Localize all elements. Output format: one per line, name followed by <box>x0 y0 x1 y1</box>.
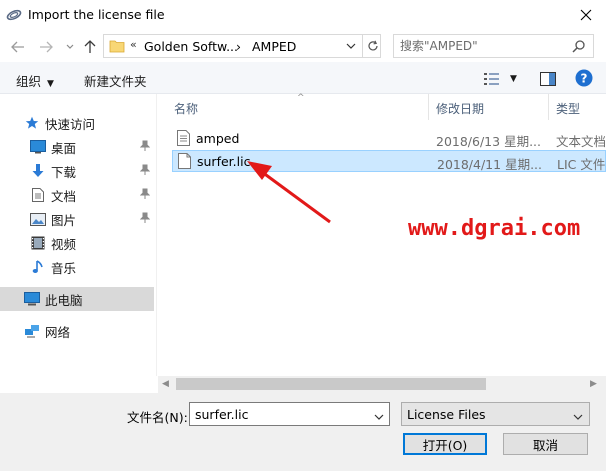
scroll-right-icon[interactable]: ▶ <box>590 379 597 389</box>
picture-icon <box>30 211 46 227</box>
desktop-icon <box>30 139 46 155</box>
sidebar-item-documents[interactable]: 文档 <box>0 183 154 207</box>
window-title: Import the license file <box>28 7 165 22</box>
filename-chevron-down-icon[interactable] <box>374 409 384 423</box>
file-row-surfer-lic[interactable]: surfer.lic 2018/4/11 星期... LIC 文件 <box>172 150 606 172</box>
breadcrumb-amped[interactable]: AMPED <box>252 39 296 54</box>
navigation-pane: 快速访问 桌面 下载 文档 图片 视频 音乐 此电脑 网络 <box>0 94 158 376</box>
organize-caret-icon: ▼ <box>47 79 54 89</box>
horizontal-scrollbar[interactable]: ◀ ▶ <box>158 376 606 393</box>
folder-icon <box>109 39 125 56</box>
sidebar-item-network[interactable]: 网络 <box>0 319 154 343</box>
breadcrumb-separator: › <box>236 39 241 54</box>
column-header-type[interactable]: 类型 <box>556 100 580 117</box>
computer-icon <box>24 291 40 307</box>
command-bar: 组织 ▼ 新建文件夹 ▼ ? <box>0 62 606 94</box>
network-icon <box>24 323 40 339</box>
title-bar: Import the license file <box>0 0 606 30</box>
refresh-icon[interactable] <box>362 35 382 57</box>
video-icon <box>30 235 46 251</box>
column-header-name[interactable]: 名称 <box>174 100 198 117</box>
sidebar-item-pictures[interactable]: 图片 <box>0 207 154 231</box>
scroll-left-icon[interactable]: ◀ <box>162 379 169 389</box>
pin-icon[interactable] <box>139 140 151 155</box>
file-name: surfer.lic <box>197 154 251 169</box>
address-chevron-down-icon[interactable] <box>341 35 361 57</box>
file-row-amped[interactable]: amped 2018/6/13 星期... 文本文档 <box>172 128 606 150</box>
help-button[interactable]: ? <box>575 69 593 87</box>
help-icon: ? <box>575 69 593 87</box>
download-icon <box>30 163 46 179</box>
new-folder-button[interactable]: 新建文件夹 <box>84 71 147 90</box>
document-icon <box>30 187 46 203</box>
column-divider[interactable] <box>428 94 429 120</box>
app-logo-icon <box>6 7 22 23</box>
search-icon[interactable] <box>572 39 586 56</box>
text-file-icon <box>177 130 190 149</box>
sort-ascending-icon: ^ <box>297 93 305 103</box>
column-divider[interactable] <box>548 94 549 120</box>
file-type: LIC 文件 <box>557 157 606 172</box>
preview-pane-button[interactable] <box>540 70 556 88</box>
address-bar[interactable]: « Golden Softw... › AMPED <box>103 34 381 58</box>
filter-value: License Files <box>407 407 486 422</box>
pin-icon[interactable] <box>139 212 151 227</box>
sidebar-item-label: 图片 <box>51 212 77 228</box>
sidebar-item-music[interactable]: 音乐 <box>0 255 154 279</box>
svg-text:?: ? <box>581 72 588 86</box>
blank-file-icon <box>178 153 191 172</box>
star-icon <box>24 115 40 131</box>
pin-icon[interactable] <box>139 188 151 203</box>
navigation-pane-scrollbar[interactable] <box>156 94 157 376</box>
preview-pane-icon <box>540 72 556 86</box>
filter-chevron-down-icon[interactable] <box>573 409 583 423</box>
sidebar-item-label: 下载 <box>51 164 77 180</box>
sidebar-item-videos[interactable]: 视频 <box>0 231 154 255</box>
organize-menu[interactable]: 组织 ▼ <box>16 71 54 90</box>
sidebar-item-quick-access[interactable]: 快速访问 <box>0 111 154 135</box>
sidebar-item-label: 视频 <box>51 236 77 252</box>
dialog-footer: 文件名(N): surfer.lic License Files 打开(O) 取… <box>0 393 606 471</box>
close-icon[interactable] <box>574 4 598 26</box>
sidebar-item-label: 网络 <box>45 324 71 340</box>
details-view-icon <box>484 73 499 85</box>
file-type: 文本文档 <box>556 134 606 149</box>
search-input[interactable] <box>400 38 565 54</box>
watermark-text: www.dgrai.com <box>408 216 581 241</box>
file-date: 2018/6/13 星期... <box>436 134 541 149</box>
open-button[interactable]: 打开(O) <box>403 433 487 455</box>
sidebar-item-label: 桌面 <box>51 140 77 156</box>
breadcrumb-golden-software[interactable]: Golden Softw... <box>144 39 238 54</box>
sidebar-item-label: 文档 <box>51 188 77 204</box>
sidebar-item-label: 此电脑 <box>45 292 83 308</box>
filename-value: surfer.lic <box>195 407 249 422</box>
column-header-modified[interactable]: 修改日期 <box>436 100 484 117</box>
recent-chevron-down-icon[interactable] <box>61 38 79 56</box>
overflow-breadcrumb[interactable]: « <box>130 38 137 51</box>
file-type-filter[interactable]: License Files <box>401 402 590 426</box>
pin-icon[interactable] <box>139 164 151 179</box>
filename-field[interactable]: surfer.lic <box>189 402 390 426</box>
view-options-button[interactable]: ▼ <box>484 70 517 88</box>
back-arrow-icon[interactable] <box>9 38 27 56</box>
up-arrow-icon[interactable] <box>81 38 99 56</box>
cancel-button[interactable]: 取消 <box>503 433 588 455</box>
sidebar-item-label: 音乐 <box>51 260 77 276</box>
organize-label: 组织 <box>16 74 42 89</box>
file-name: amped <box>196 131 240 146</box>
scrollbar-thumb[interactable] <box>176 378 486 390</box>
sidebar-item-downloads[interactable]: 下载 <box>0 159 154 183</box>
music-icon <box>30 259 46 275</box>
filename-label: 文件名(N): <box>127 410 188 425</box>
search-box[interactable] <box>393 34 594 58</box>
sidebar-item-desktop[interactable]: 桌面 <box>0 135 154 159</box>
sidebar-item-label: 快速访问 <box>45 116 96 132</box>
sidebar-item-this-pc[interactable]: 此电脑 <box>0 287 154 311</box>
file-date: 2018/4/11 星期... <box>437 157 542 172</box>
view-caret-icon: ▼ <box>510 74 517 84</box>
forward-arrow-icon[interactable] <box>37 38 55 56</box>
